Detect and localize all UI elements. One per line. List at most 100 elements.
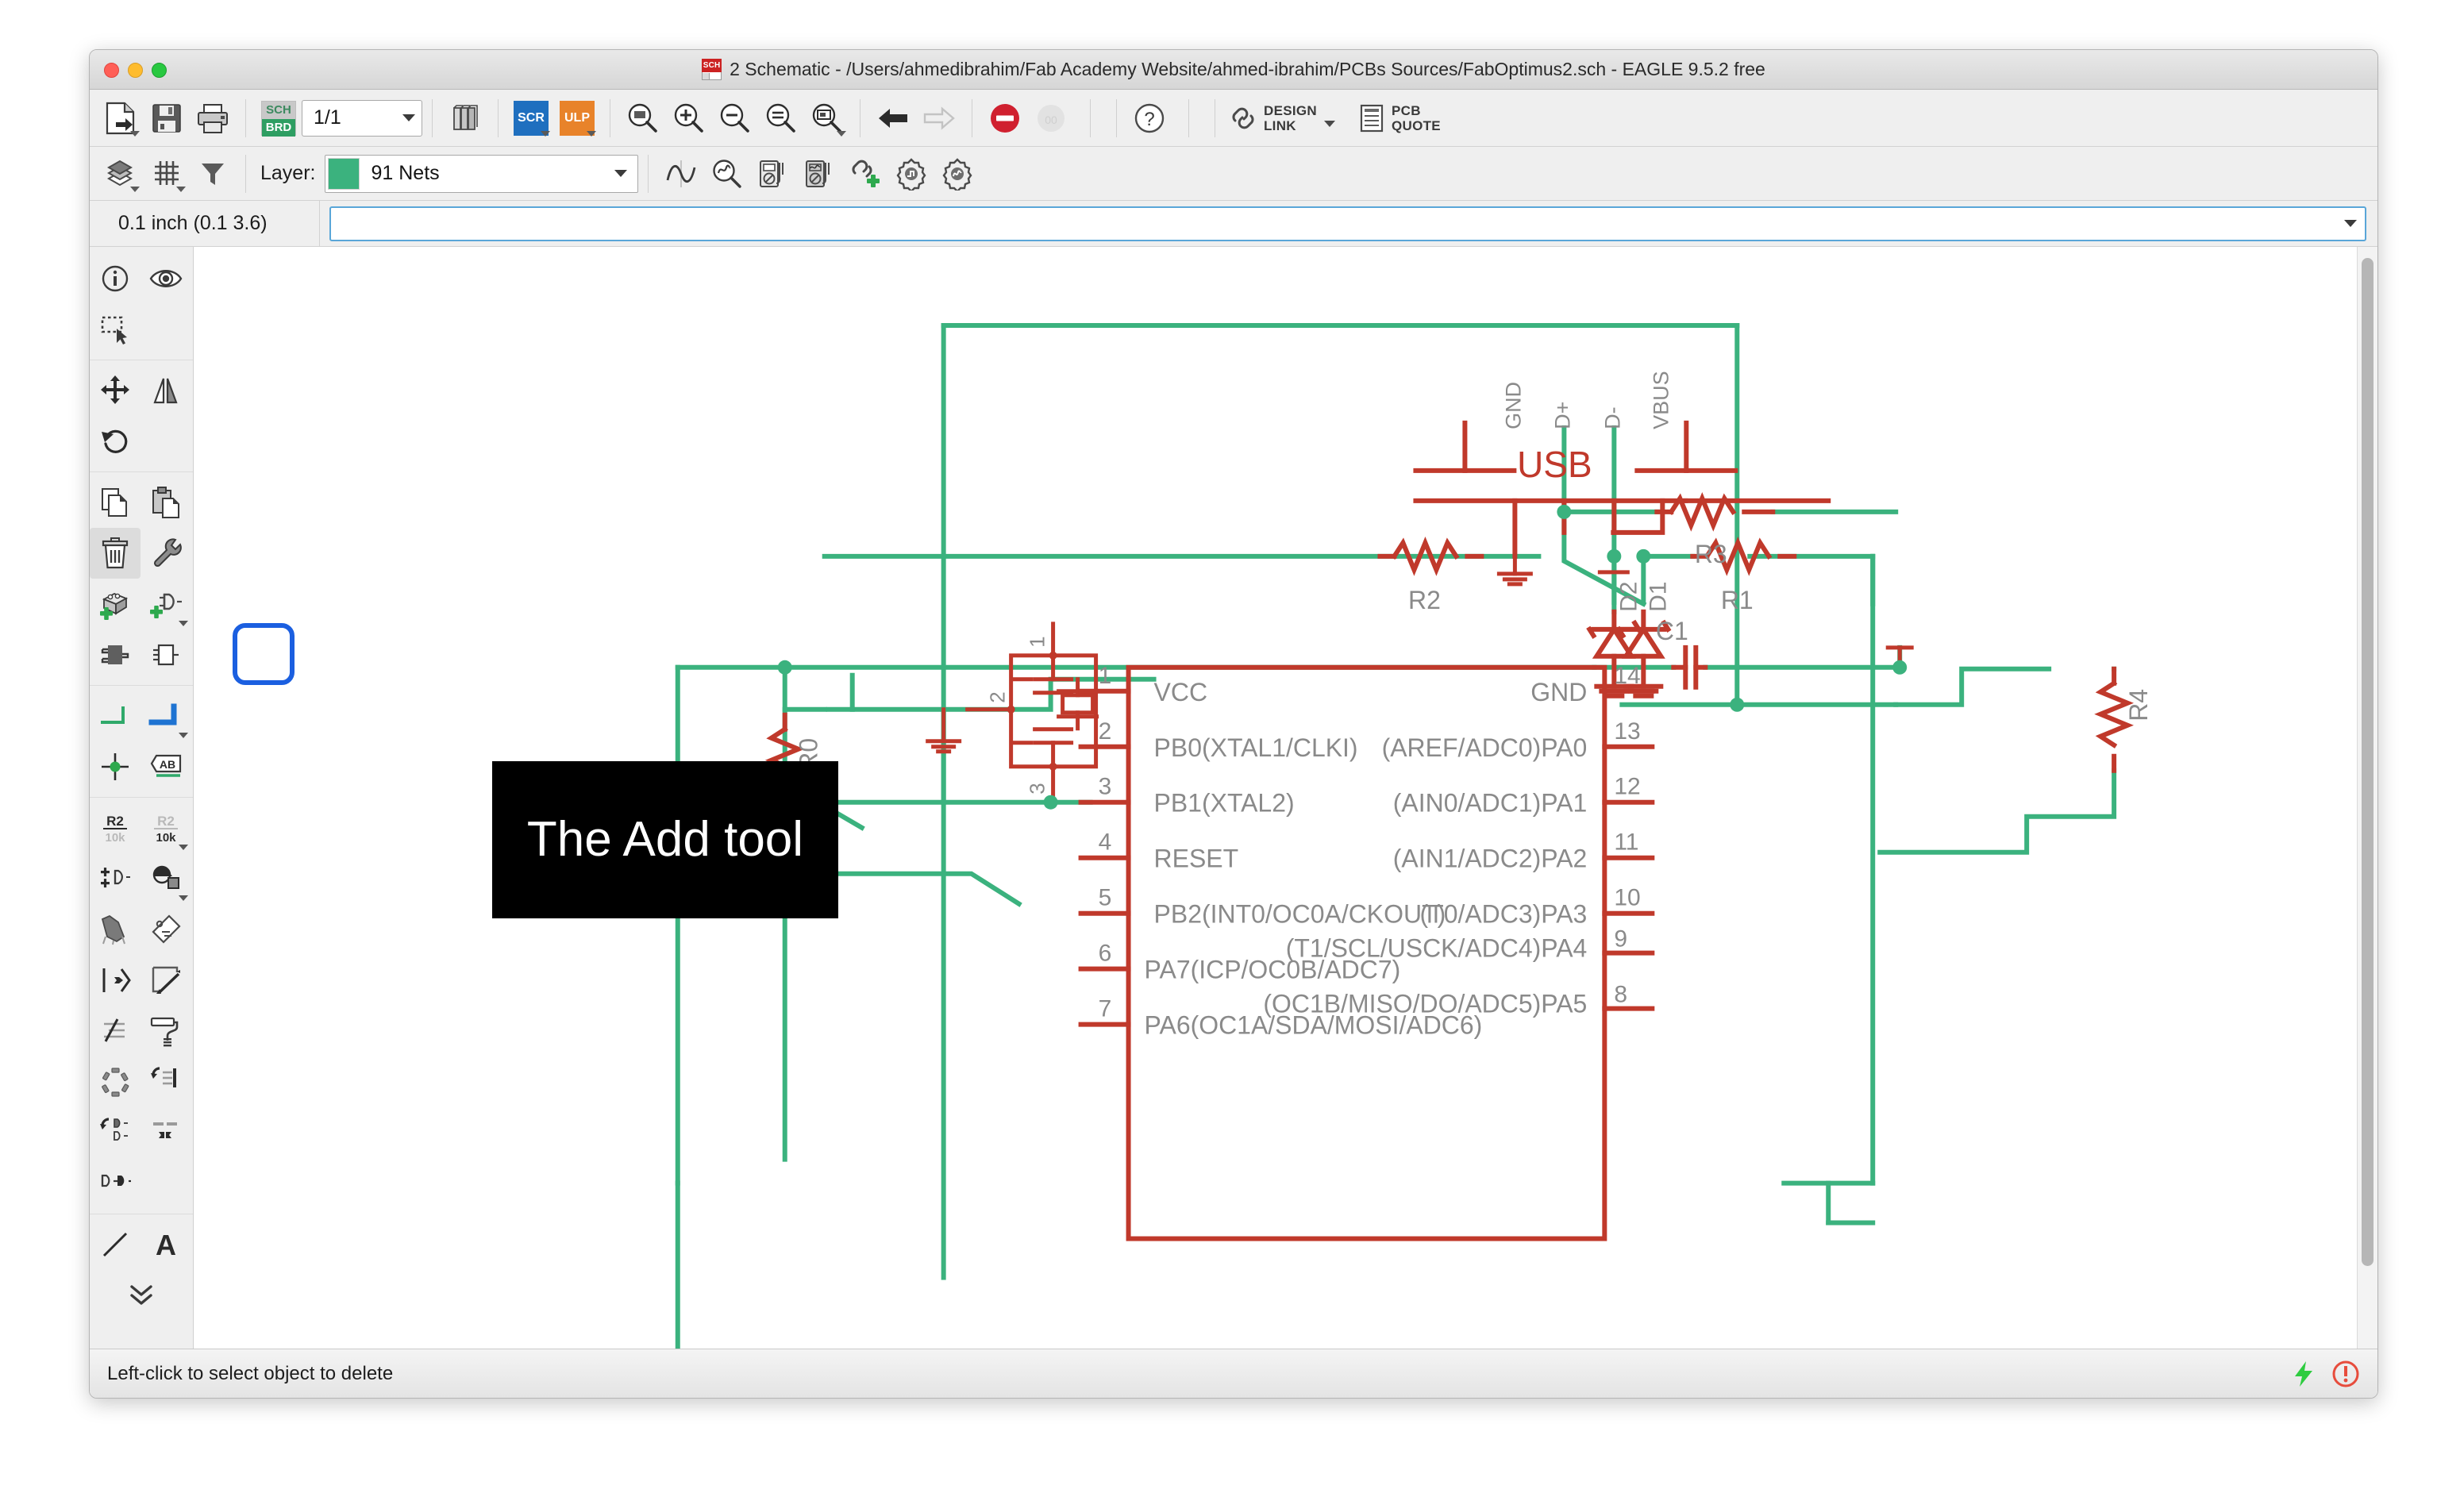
svg-text:RESET: RESET	[1154, 845, 1239, 873]
chevron-down-icon[interactable]	[176, 186, 186, 192]
svg-text:7: 7	[1099, 996, 1112, 1022]
chevron-down-icon[interactable]	[402, 114, 415, 121]
pcb-quote-button[interactable]: PCB QUOTE	[1354, 103, 1446, 133]
junction-dot-icon	[102, 753, 129, 780]
gateswap-tool[interactable]	[90, 853, 141, 904]
dc-settings-button[interactable]	[888, 152, 934, 196]
script-button[interactable]: SCR	[508, 96, 554, 140]
net-tool[interactable]	[90, 691, 141, 741]
chevron-down-icon[interactable]	[541, 130, 550, 137]
group-tool[interactable]	[90, 304, 141, 355]
rotate-list-icon	[151, 1067, 176, 1087]
mirror-tool[interactable]	[141, 365, 191, 416]
value-tool[interactable]: R2 10k	[141, 802, 191, 853]
copy-tool[interactable]	[90, 477, 141, 528]
display-layers-button[interactable]	[98, 152, 144, 196]
chevron-down-icon[interactable]	[130, 130, 140, 137]
swap-gate-tool[interactable]	[90, 1107, 141, 1158]
add-link-button[interactable]	[842, 152, 888, 196]
delete-tool[interactable]	[90, 528, 141, 579]
label-tool[interactable]: AB	[141, 741, 191, 792]
vertical-scrollbar[interactable]	[2357, 247, 2377, 1376]
invoke-tool[interactable]	[141, 629, 191, 680]
sheet-selector[interactable]: 1/1	[302, 99, 422, 137]
chevron-down-icon[interactable]	[614, 170, 628, 177]
chevron-down-icon[interactable]	[1323, 120, 1335, 127]
miter-tool[interactable]	[90, 904, 141, 955]
show-tool[interactable]	[141, 253, 191, 304]
zoom-out-button[interactable]	[712, 96, 758, 140]
chevron-down-icon[interactable]	[179, 895, 188, 901]
maximize-button[interactable]	[152, 63, 167, 78]
name-tool[interactable]: R2 10k	[90, 802, 141, 853]
ac-settings-button[interactable]	[934, 152, 980, 196]
chevron-down-icon[interactable]	[587, 130, 596, 137]
save-button[interactable]	[144, 96, 190, 140]
minimize-button[interactable]	[128, 63, 143, 78]
vertical-scroll-thumb[interactable]	[2362, 258, 2374, 1266]
label-c1: C1	[1656, 617, 1688, 645]
smash-tool[interactable]	[141, 853, 191, 904]
stop-button[interactable]	[982, 96, 1028, 140]
blue-bus-corner-icon	[148, 703, 177, 725]
zoom-select-button[interactable]	[804, 96, 850, 140]
lightning-bolt-icon[interactable]	[2290, 1360, 2317, 1388]
zoom-fit-button[interactable]	[620, 96, 666, 140]
library-manager-button[interactable]	[442, 96, 488, 140]
zoom-redraw-button[interactable]	[758, 96, 804, 140]
align-tool[interactable]	[141, 1107, 191, 1158]
add-part-tool[interactable]	[90, 579, 141, 629]
replace-gate-tool[interactable]	[90, 1158, 141, 1209]
chevron-down-icon[interactable]	[179, 621, 188, 626]
chevron-down-icon[interactable]	[179, 733, 188, 738]
split-tool[interactable]	[90, 955, 141, 1006]
schematic-canvas[interactable]: USB GND D+ D- VBUS R4 R3 R2 R1 R0 D2 D1 …	[194, 247, 2377, 1396]
filter-button[interactable]	[190, 152, 236, 196]
warning-circle-icon[interactable]	[2331, 1360, 2360, 1388]
zoom-in-button[interactable]	[666, 96, 712, 140]
close-button[interactable]	[104, 63, 119, 78]
rename-net-tool[interactable]	[141, 1056, 191, 1107]
switch-to-board-button[interactable]: SCH BRD	[256, 96, 302, 140]
command-input[interactable]	[329, 206, 2366, 241]
dimension-tool[interactable]	[90, 1006, 141, 1056]
undo-button[interactable]	[870, 96, 916, 140]
design-link-button[interactable]: DESIGN LINK	[1225, 103, 1340, 133]
more-tools-button[interactable]	[116, 1270, 167, 1321]
text-tool[interactable]: A	[141, 1219, 191, 1270]
simulate-button[interactable]	[658, 152, 704, 196]
paint-tool[interactable]	[141, 1006, 191, 1056]
ac-meter-button[interactable]	[796, 152, 842, 196]
schematic-document-icon: SCH	[702, 59, 722, 80]
gnd-symbol-usb	[1496, 554, 1533, 587]
meander-tool[interactable]	[141, 955, 191, 1006]
line-tool[interactable]	[90, 1219, 141, 1270]
rotate-tool[interactable]	[90, 416, 141, 467]
add-tool[interactable]	[141, 579, 191, 629]
attribute-tool[interactable]	[141, 904, 191, 955]
ulp-button[interactable]: ULP	[554, 96, 600, 140]
open-file-button[interactable]	[98, 96, 144, 140]
grid-button[interactable]	[144, 152, 190, 196]
info-tool[interactable]	[90, 253, 141, 304]
transform-group	[90, 365, 193, 472]
move-tool[interactable]	[90, 365, 141, 416]
chevron-down-icon[interactable]	[179, 845, 188, 850]
probe-button[interactable]	[704, 152, 750, 196]
replace-tool[interactable]	[90, 629, 141, 680]
chevron-down-icon[interactable]	[837, 130, 846, 137]
bus-tool[interactable]	[141, 691, 191, 741]
paste-tool[interactable]	[141, 477, 191, 528]
chip-outline-icon	[153, 644, 179, 666]
array-tool[interactable]	[90, 1056, 141, 1107]
chevron-down-icon[interactable]	[130, 186, 140, 192]
change-tool[interactable]	[141, 528, 191, 579]
junction-tool[interactable]	[90, 741, 141, 792]
print-button[interactable]	[190, 96, 236, 140]
dc-meter-button[interactable]	[750, 152, 796, 196]
help-button[interactable]: ?	[1126, 96, 1172, 140]
eye-icon	[149, 270, 183, 287]
window-controls[interactable]	[104, 63, 167, 78]
chevron-down-icon[interactable]	[2344, 220, 2357, 227]
layer-selector[interactable]: 91 Nets	[325, 154, 639, 193]
